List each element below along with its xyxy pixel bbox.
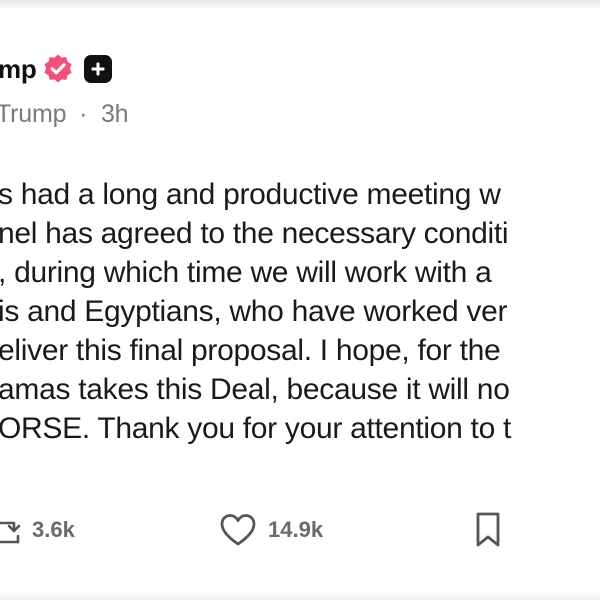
repost-button[interactable]: 3.6k <box>0 508 75 552</box>
top-divider <box>0 0 600 8</box>
like-button[interactable]: 14.9k <box>218 508 323 552</box>
post-header: mp <box>0 49 113 89</box>
post-text-line: ORSE. Thank you for your attention to t <box>0 412 512 445</box>
author-handle[interactable]: Trump <box>0 100 67 128</box>
repost-count: 3.6k <box>32 517 75 542</box>
post-text-line: nel has agreed to the necessary conditi <box>0 217 509 250</box>
post-text-line: amas takes this Deal, because it will no <box>0 373 510 406</box>
bookmark-button[interactable] <box>474 508 502 552</box>
repost-icon <box>0 521 21 544</box>
author-name[interactable]: mp <box>0 54 37 85</box>
heart-icon <box>220 514 256 546</box>
bottom-divider <box>0 590 600 600</box>
follow-button[interactable] <box>84 55 113 83</box>
verified-badge-icon <box>42 53 74 85</box>
post-meta: Trump · 3h <box>0 100 129 129</box>
post-text-line: , during which time we will work with a <box>0 256 492 289</box>
post-text-line: s had a long and productive meeting w <box>0 178 501 211</box>
like-count: 14.9k <box>268 517 324 542</box>
post-body: s had a long and productive meeting w ne… <box>0 175 600 448</box>
post-timestamp[interactable]: 3h <box>101 100 129 128</box>
post-text-line: eliver this final proposal. I hope, for … <box>0 334 501 367</box>
post-screen: mp Trump · 3h s had a long and productiv… <box>0 0 600 600</box>
meta-separator: · <box>79 100 88 128</box>
post-text-line: is and Egyptians, who have worked ver <box>0 295 508 328</box>
post-actions: 3.6k 14.9k <box>0 508 600 552</box>
bookmark-icon <box>476 512 500 547</box>
plus-icon <box>91 62 105 76</box>
